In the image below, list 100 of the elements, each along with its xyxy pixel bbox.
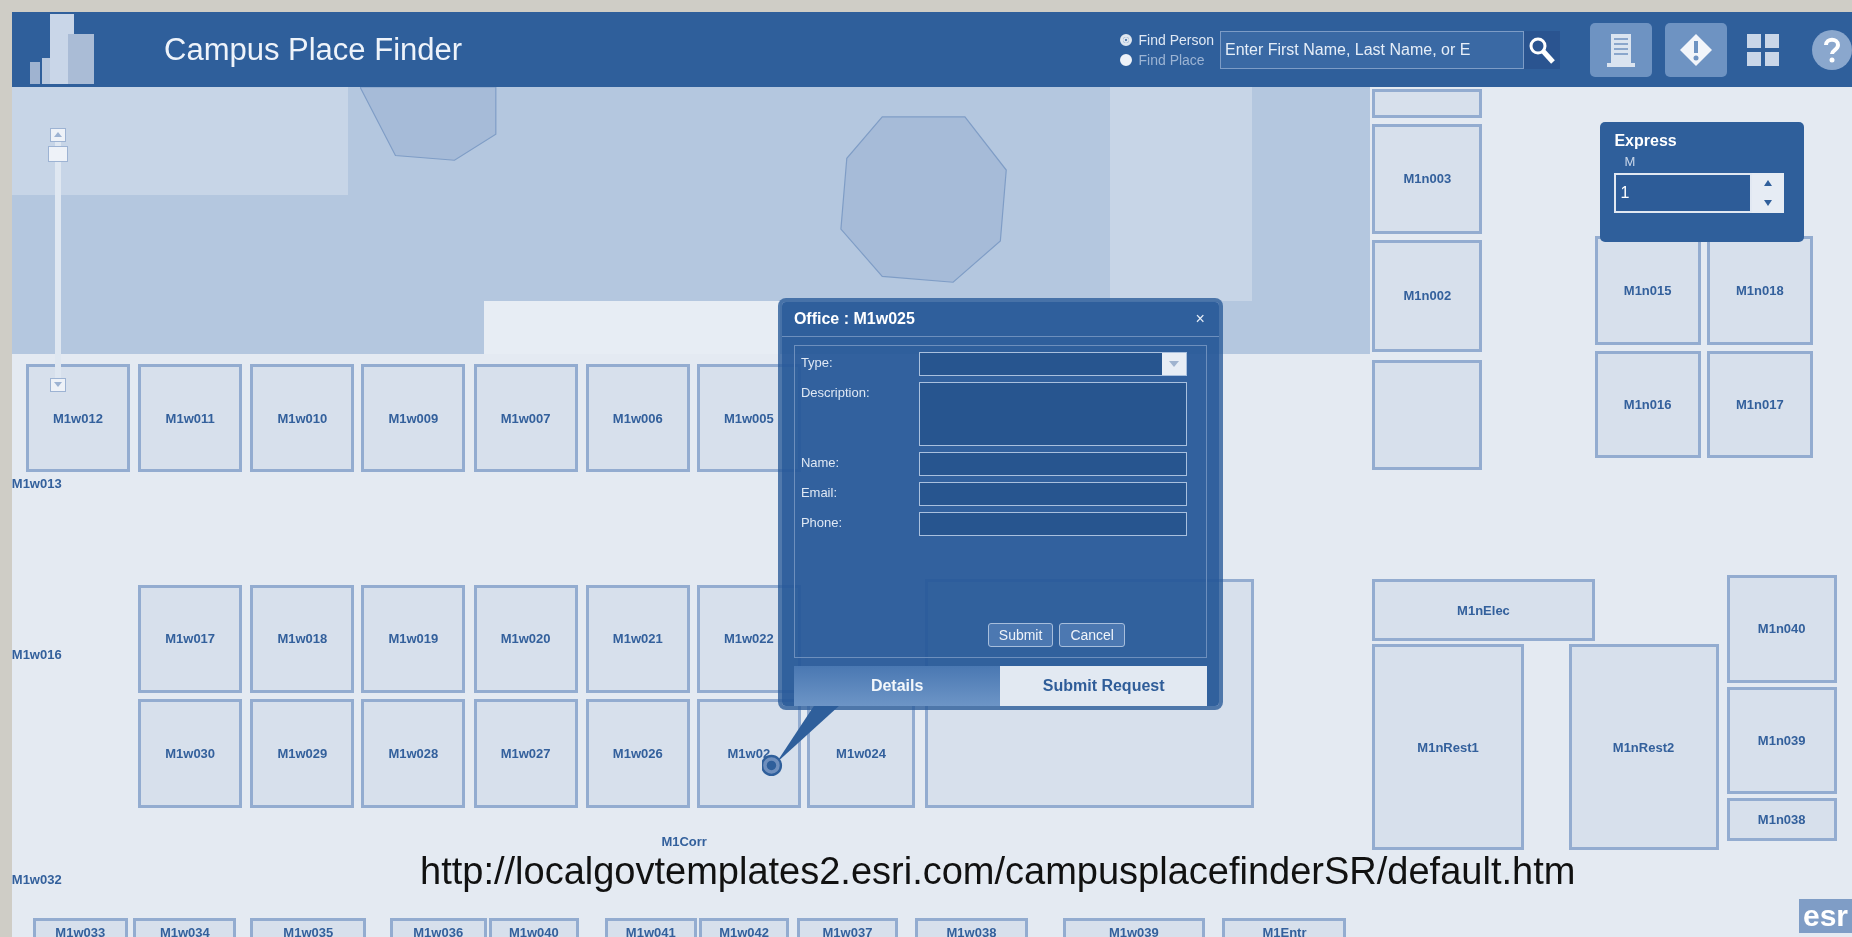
room[interactable]: M1w042 — [699, 917, 789, 937]
room[interactable]: M1w007 — [473, 363, 578, 473]
room[interactable]: M1w039 — [1063, 917, 1205, 937]
description-field[interactable] — [918, 382, 1187, 447]
room-label: M1w013 — [12, 476, 62, 491]
room[interactable]: M1n040 — [1726, 575, 1837, 683]
room-label: M1w027 — [500, 746, 551, 762]
room[interactable]: M1w020 — [473, 584, 578, 694]
room[interactable]: M1nRest2 — [1568, 643, 1719, 851]
room[interactable]: M1w035 — [250, 917, 367, 937]
field-label: Phone: — [800, 514, 844, 531]
grid-icon — [1746, 32, 1780, 67]
room[interactable]: M1n015 — [1594, 236, 1701, 345]
room-label: M1w041 — [625, 924, 676, 937]
input-field[interactable] — [918, 482, 1187, 507]
room[interactable]: M1n039 — [1726, 687, 1837, 794]
room[interactable]: M1w036 — [389, 917, 487, 937]
close-button[interactable]: × — [1193, 310, 1207, 329]
room[interactable]: M1w040 — [489, 917, 579, 937]
building-button[interactable] — [1590, 22, 1652, 77]
app-title: Campus Place Finder — [164, 31, 464, 68]
caret-icon — [1168, 361, 1179, 368]
room[interactable]: M1nRest1 — [1372, 643, 1524, 851]
room[interactable]: M1w034 — [133, 917, 237, 937]
room[interactable]: M1w030 — [138, 699, 243, 808]
room-label: M1w024 — [836, 746, 886, 762]
alert-button[interactable] — [1665, 22, 1727, 77]
form-button[interactable]: Cancel — [1059, 623, 1125, 648]
room-label: M1n039 — [1757, 733, 1806, 749]
search-field[interactable]: Enter First Name, Last Name, or E — [1220, 30, 1524, 69]
room-label: M1w011 — [165, 410, 215, 426]
room-label: M1w039 — [1108, 924, 1159, 937]
room[interactable]: M1w041 — [604, 917, 697, 937]
room-label: M1w032 — [12, 871, 62, 887]
room[interactable]: M1w021 — [585, 584, 690, 694]
room-label: M1nRest1 — [1417, 739, 1479, 755]
room-label: M1w033 — [55, 924, 106, 937]
room-label: M1w037 — [822, 924, 873, 937]
room-label: M1n017 — [1736, 397, 1784, 412]
room[interactable]: M1w006 — [585, 363, 690, 473]
room-label: M1w016 — [12, 647, 62, 663]
room-label: M1n015 — [1623, 283, 1672, 299]
room[interactable]: M1w012 — [26, 363, 130, 473]
room-label: M1Corr — [661, 833, 707, 849]
search-button[interactable] — [1524, 30, 1560, 69]
room[interactable]: M1w029 — [250, 699, 355, 808]
room[interactable]: M1w017 — [138, 584, 243, 694]
room-label: M1w005 — [723, 410, 774, 426]
room-label: M1nRest2 — [1612, 739, 1675, 755]
url-caption: http://localgovtemplates2.esri.com/campusplacefinderSR/default.htm — [420, 850, 1576, 893]
down-arrow-icon — [53, 382, 62, 388]
help-button[interactable] — [1812, 29, 1852, 70]
room-label: M1w020 — [500, 631, 551, 647]
popup-tab[interactable]: Submit Request — [1000, 666, 1207, 707]
room-label: M1n002 — [1403, 288, 1452, 304]
room-label: M1w021 — [612, 631, 663, 647]
search-mode-radio[interactable]: Find Person — [1119, 31, 1214, 48]
room-label: M1Entr — [1262, 924, 1307, 937]
form-button[interactable]: Submit — [987, 623, 1054, 648]
type-dropdown[interactable] — [918, 352, 1187, 377]
room[interactable]: M1nElec — [1372, 578, 1595, 642]
alert-icon — [1678, 31, 1714, 68]
room-label: M1w022 — [723, 631, 774, 647]
room-label: M1w040 — [508, 924, 559, 937]
room-label: M1w007 — [500, 410, 551, 426]
room[interactable]: M1w026 — [585, 699, 690, 808]
floor-input[interactable]: 1 — [1614, 172, 1753, 213]
room-label: M1w035 — [283, 924, 334, 937]
room[interactable]: M1n002 — [1372, 239, 1483, 352]
room-label: M1w034 — [159, 924, 210, 937]
room[interactable]: M1w009 — [361, 363, 466, 473]
field-label: M — [1623, 153, 1637, 169]
room[interactable]: M1w038 — [915, 917, 1028, 937]
input-field[interactable] — [918, 512, 1187, 537]
room[interactable]: M1n017 — [1706, 350, 1813, 459]
room[interactable]: M1w028 — [361, 699, 466, 808]
room[interactable]: M1n038 — [1726, 798, 1837, 841]
up-arrow-icon — [1764, 179, 1773, 186]
room-label: M1n040 — [1757, 621, 1806, 637]
room[interactable]: M1n016 — [1594, 350, 1701, 459]
room-label: M1n018 — [1736, 283, 1784, 299]
room[interactable]: M1w027 — [473, 699, 578, 808]
room-label: M1w010 — [277, 410, 328, 426]
room-label: M1w017 — [165, 631, 216, 647]
field-label: Email: — [800, 484, 838, 501]
panel-title: Express — [1614, 131, 1678, 150]
room[interactable]: M1w011 — [138, 363, 243, 473]
room[interactable]: M1w018 — [250, 584, 355, 694]
popup-tab[interactable]: Details — [793, 666, 1001, 707]
room-label: M1w028 — [388, 746, 439, 762]
room[interactable]: M1Entr — [1222, 917, 1347, 937]
room[interactable]: M1n018 — [1706, 236, 1813, 345]
input-field[interactable] — [918, 452, 1187, 477]
room-label: M1n038 — [1757, 812, 1806, 828]
search-mode-radio[interactable]: Find Place — [1119, 51, 1214, 68]
room[interactable]: M1w010 — [250, 363, 355, 473]
room[interactable]: M1w019 — [361, 584, 466, 694]
room[interactable]: M1w037 — [797, 917, 898, 937]
room[interactable]: M1w033 — [33, 917, 128, 937]
room[interactable]: M1n003 — [1372, 124, 1483, 234]
